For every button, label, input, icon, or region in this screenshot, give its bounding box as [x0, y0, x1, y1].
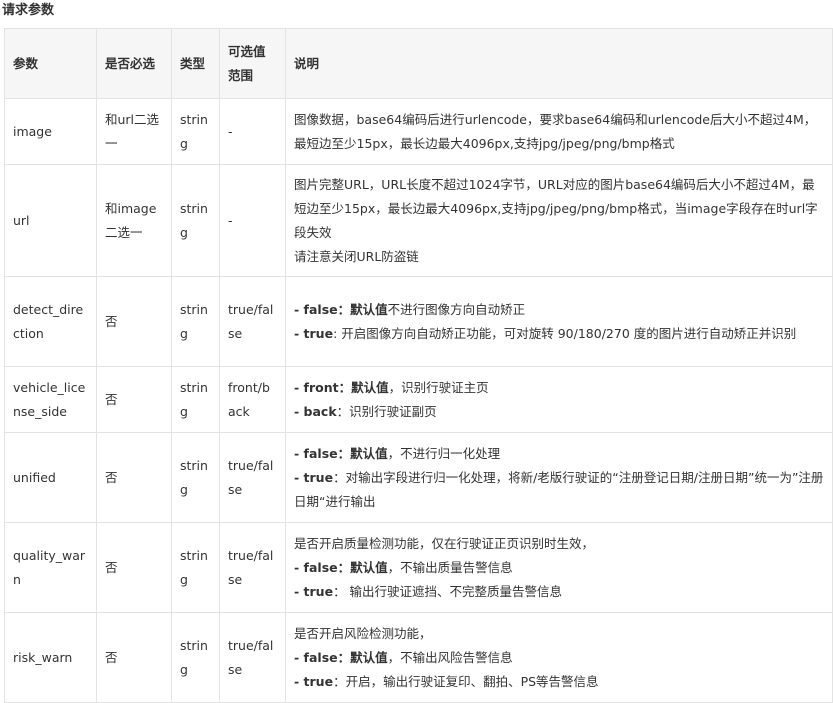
table-row: risk_warn 否 string true/false 是否开启风险检测功能， - f… [4, 612, 833, 703]
header-range: 可选值范围 [219, 28, 286, 99]
type-cell: string [171, 276, 220, 367]
description-cell: - false：默认值不进行图像方向自动矫正 - true: 开启图像方向自动矫正… [285, 276, 833, 367]
description-line: 图像数据，base64编码后进行urlencode，要求base64编码和url… [294, 108, 824, 156]
description-bold-text: - false：默认值 [294, 559, 388, 575]
description-text: 请注意关闭URL防盗链 [294, 248, 419, 264]
range-cell: true/false [219, 276, 286, 367]
description-line: - false：默认值，不进行归一化处理 [294, 442, 824, 466]
required-cell: 否 [96, 522, 172, 613]
description-line: - true： 输出行驶证遮挡、不完整质量告警信息 [294, 580, 824, 604]
description-text: 不进行图像方向自动矫正 [387, 301, 526, 317]
description-line: - false：默认值不进行图像方向自动矫正 [294, 298, 824, 322]
description-text: 图片完整URL，URL长度不超过1024字节，URL对应的图片base64编码后… [294, 176, 818, 240]
description-text: ：对输出字段进行归一化处理，将新/老版行驶证的“注册登记日期/注册日期”统一为”… [294, 469, 824, 509]
description-text: ：识别行驶证副页 [336, 403, 437, 419]
description-bold-text: - front：默认值 [294, 379, 389, 395]
description-line: 图片完整URL，URL长度不超过1024字节，URL对应的图片base64编码后… [294, 173, 824, 245]
description-bold-text: - true [294, 469, 334, 485]
table-row: url 和image二选一 string - 图片完整URL，URL长度不超过1024字… [4, 164, 833, 277]
description-text: ：开启，输出行驶证复印、翻拍、PS等告警信息 [333, 673, 599, 689]
param-cell: risk_warn [4, 612, 97, 703]
description-line: - false：默认值，不输出风险告警信息 [294, 646, 824, 670]
description-line: - true：开启，输出行驶证复印、翻拍、PS等告警信息 [294, 670, 824, 694]
description-text: 是否开启质量检测功能，仅在行驶证正页识别时生效， [294, 535, 595, 551]
request-params-table: 参数 是否必选 类型 可选值范围 说明 image 和url二选一 string - 图… [4, 28, 833, 703]
description-text: ，不进行归一化处理 [387, 445, 501, 461]
description-line: - back：识别行驶证副页 [294, 400, 824, 424]
description-text: : 开启图像方向自动矫正功能，可对旋转 90/180/270 度的图片进行自动矫… [333, 325, 797, 341]
range-cell: - [219, 98, 286, 165]
required-cell: 否 [96, 276, 172, 367]
description-line: - true: 开启图像方向自动矫正功能，可对旋转 90/180/270 度的图… [294, 322, 824, 346]
header-type: 类型 [171, 28, 220, 99]
table-row: detect_direction 否 string true/false - false… [4, 276, 833, 367]
required-cell: 否 [96, 366, 172, 433]
required-cell: 否 [96, 612, 172, 703]
header-required: 是否必选 [96, 28, 172, 99]
description-line: - true：对输出字段进行归一化处理，将新/老版行驶证的“注册登记日期/注册日… [294, 466, 824, 514]
range-cell: true/false [219, 612, 286, 703]
param-cell: detect_direction [4, 276, 97, 367]
param-cell: image [4, 98, 97, 165]
description-bold-text: - false：默认值 [294, 301, 388, 317]
description-bold-text: - true [294, 325, 334, 341]
description-bold-text: - false：默认值 [294, 445, 388, 461]
type-cell: string [171, 432, 220, 523]
param-cell: vehicle_license_side [4, 366, 97, 433]
range-cell: true/false [219, 522, 286, 613]
description-text: ，不输出质量告警信息 [387, 559, 513, 575]
description-text: ： 输出行驶证遮挡、不完整质量告警信息 [333, 583, 563, 599]
description-cell: 是否开启风险检测功能， - false：默认值，不输出风险告警信息 - true：开… [285, 612, 833, 703]
description-cell: - front：默认值，识别行驶证主页 - back：识别行驶证副页 [285, 366, 833, 433]
description-cell: - false：默认值，不进行归一化处理 - true：对输出字段进行归一化处理，… [285, 432, 833, 523]
description-line: - front：默认值，识别行驶证主页 [294, 376, 824, 400]
description-line: 是否开启风险检测功能， [294, 622, 824, 646]
description-line: 请注意关闭URL防盗链 [294, 245, 824, 269]
param-cell: unified [4, 432, 97, 523]
range-cell: true/false [219, 432, 286, 523]
description-text: ，不输出风险告警信息 [387, 649, 513, 665]
table-body: image 和url二选一 string - 图像数据，base64编码后进行urlen… [4, 98, 833, 703]
table-row: image 和url二选一 string - 图像数据，base64编码后进行urlen… [4, 98, 833, 165]
required-cell: 否 [96, 432, 172, 523]
table-row: unified 否 string true/false - false：默认值，不进行归… [4, 432, 833, 523]
param-cell: url [4, 164, 97, 277]
range-cell: - [219, 164, 286, 277]
type-cell: string [171, 98, 220, 165]
description-text: ，识别行驶证主页 [388, 379, 489, 395]
required-cell: 和url二选一 [96, 98, 172, 165]
description-cell: 是否开启质量检测功能，仅在行驶证正页识别时生效， - false：默认值，不输出质… [285, 522, 833, 613]
description-bold-text: - true [294, 583, 334, 599]
param-cell: quality_warn [4, 522, 97, 613]
description-text: 是否开启风险检测功能， [294, 625, 432, 641]
description-text: 图像数据，base64编码后进行urlencode，要求base64编码和url… [294, 111, 817, 151]
range-cell: front/back [219, 366, 286, 433]
type-cell: string [171, 164, 220, 277]
description-line: - false：默认值，不输出质量告警信息 [294, 556, 824, 580]
description-line: 是否开启质量检测功能，仅在行驶证正页识别时生效， [294, 532, 824, 556]
description-bold-text: - false：默认值 [294, 649, 388, 665]
description-bold-text: - back [294, 403, 337, 419]
table-row: quality_warn 否 string true/false 是否开启质量检测功能，… [4, 522, 833, 613]
header-param: 参数 [4, 28, 97, 99]
description-bold-text: - true [294, 673, 334, 689]
header-description: 说明 [285, 28, 833, 99]
section-heading: 请求参数 [2, 3, 55, 18]
description-cell: 图像数据，base64编码后进行urlencode，要求base64编码和url… [285, 98, 833, 165]
table-header-row: 参数 是否必选 类型 可选值范围 说明 [4, 28, 833, 99]
type-cell: string [171, 522, 220, 613]
table-row: vehicle_license_side 否 string front/back - f… [4, 366, 833, 433]
required-cell: 和image二选一 [96, 164, 172, 277]
type-cell: string [171, 612, 220, 703]
type-cell: string [171, 366, 220, 433]
description-cell: 图片完整URL，URL长度不超过1024字节，URL对应的图片base64编码后… [285, 164, 833, 277]
